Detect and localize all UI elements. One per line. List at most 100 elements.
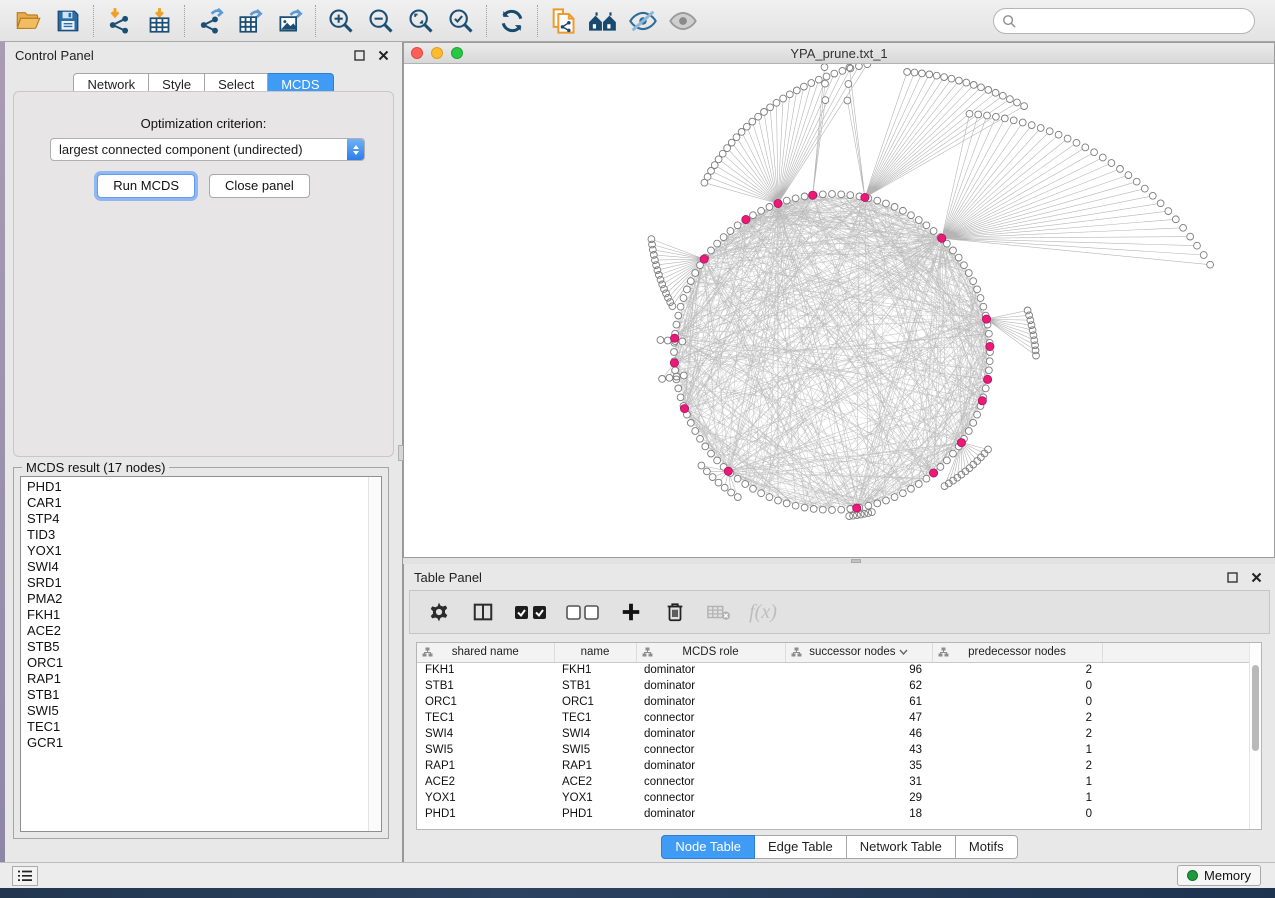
- mcds-highlighted-node[interactable]: [742, 215, 750, 223]
- column-header-name[interactable]: name: [554, 643, 636, 662]
- task-history-button[interactable]: [12, 866, 38, 886]
- export-table-icon[interactable]: [230, 3, 270, 39]
- table-cell[interactable]: dominator: [636, 678, 785, 694]
- table-cell[interactable]: 61: [785, 694, 932, 710]
- table-cell[interactable]: 96: [785, 662, 932, 678]
- mcds-highlighted-node[interactable]: [724, 467, 732, 475]
- memory-button[interactable]: Memory: [1177, 865, 1261, 886]
- table-cell[interactable]: dominator: [636, 806, 785, 822]
- zoom-in-icon[interactable]: [321, 3, 361, 39]
- mcds-highlighted-node[interactable]: [938, 234, 946, 242]
- mcds-result-item[interactable]: STB1: [27, 687, 381, 703]
- table-cell[interactable]: ORC1: [417, 694, 554, 710]
- table-cell[interactable]: 35: [785, 758, 932, 774]
- table-cell[interactable]: 62: [785, 678, 932, 694]
- table-cell[interactable]: 0: [932, 694, 1102, 710]
- mcds-highlighted-node[interactable]: [700, 255, 708, 263]
- table-cell[interactable]: dominator: [636, 726, 785, 742]
- mcds-result-item[interactable]: FKH1: [27, 607, 381, 623]
- table-cell[interactable]: 43: [785, 742, 932, 758]
- network-canvas[interactable]: [404, 64, 1274, 557]
- column-header-predecessor-nodes[interactable]: predecessor nodes: [932, 643, 1102, 662]
- table-row[interactable]: ACE2ACE2connector311: [417, 774, 1262, 790]
- table-cell[interactable]: STB1: [417, 678, 554, 694]
- network-window-titlebar[interactable]: YPA_prune.txt_1: [404, 43, 1274, 64]
- table-cell[interactable]: TEC1: [554, 710, 636, 726]
- mcds-result-item[interactable]: SWI5: [27, 703, 381, 719]
- table-cell[interactable]: 0: [932, 806, 1102, 822]
- table-row[interactable]: PHD1PHD1dominator180: [417, 806, 1262, 822]
- table-row[interactable]: RAP1RAP1dominator352: [417, 758, 1262, 774]
- table-cell[interactable]: dominator: [636, 662, 785, 678]
- table-cell[interactable]: connector: [636, 742, 785, 758]
- table-cell[interactable]: dominator: [636, 694, 785, 710]
- table-cell[interactable]: connector: [636, 774, 785, 790]
- zoom-selected-icon[interactable]: [441, 3, 481, 39]
- table-cell[interactable]: 1: [932, 742, 1102, 758]
- select-all-icon[interactable]: [512, 596, 550, 628]
- mcds-highlighted-node[interactable]: [978, 397, 986, 405]
- splitter-handle[interactable]: [851, 559, 861, 563]
- table-cell[interactable]: ACE2: [554, 774, 636, 790]
- first-neighbors-icon[interactable]: [583, 3, 623, 39]
- mcds-highlighted-node[interactable]: [861, 193, 869, 201]
- refresh-view-icon[interactable]: [492, 3, 532, 39]
- mcds-result-item[interactable]: CAR1: [27, 495, 381, 511]
- mcds-highlighted-node[interactable]: [774, 199, 782, 207]
- mcds-result-list[interactable]: PHD1CAR1STP4TID3YOX1SWI4SRD1PMA2FKH1ACE2…: [20, 476, 382, 832]
- close-panel-button[interactable]: Close panel: [209, 174, 310, 198]
- table-scrollbar[interactable]: [1249, 643, 1261, 829]
- table-cell[interactable]: 2: [932, 726, 1102, 742]
- settings-gear-icon[interactable]: [424, 596, 454, 628]
- table-cell[interactable]: SWI5: [554, 742, 636, 758]
- mcds-result-item[interactable]: ORC1: [27, 655, 381, 671]
- unselect-all-icon[interactable]: [564, 596, 602, 628]
- table-cell[interactable]: SWI4: [417, 726, 554, 742]
- mcds-highlighted-node[interactable]: [809, 191, 817, 199]
- table-row[interactable]: YOX1YOX1connector291: [417, 790, 1262, 806]
- save-session-icon[interactable]: [48, 3, 88, 39]
- show-all-icon[interactable]: [663, 3, 703, 39]
- table-cell[interactable]: TEC1: [417, 710, 554, 726]
- mcds-highlighted-node[interactable]: [853, 504, 861, 512]
- tab-network-table[interactable]: Network Table: [847, 835, 956, 859]
- search-field[interactable]: [993, 8, 1255, 34]
- scrollbar-thumb[interactable]: [1252, 665, 1259, 751]
- table-cell[interactable]: ACE2: [417, 774, 554, 790]
- table-cell[interactable]: 0: [932, 678, 1102, 694]
- table-cell[interactable]: 2: [932, 758, 1102, 774]
- mcds-result-item[interactable]: SWI4: [27, 559, 381, 575]
- table-cell[interactable]: connector: [636, 790, 785, 806]
- mcds-result-item[interactable]: RAP1: [27, 671, 381, 687]
- table-cell[interactable]: 29: [785, 790, 932, 806]
- table-row[interactable]: STB1STB1dominator620: [417, 678, 1262, 694]
- import-table-icon[interactable]: [139, 3, 179, 39]
- table-cell[interactable]: connector: [636, 710, 785, 726]
- table-cell[interactable]: 2: [932, 662, 1102, 678]
- mcds-result-item[interactable]: PMA2: [27, 591, 381, 607]
- table-row[interactable]: FKH1FKH1dominator962: [417, 662, 1262, 678]
- mcds-result-item[interactable]: STP4: [27, 511, 381, 527]
- table-cell[interactable]: SWI5: [417, 742, 554, 758]
- mcds-highlighted-node[interactable]: [670, 359, 678, 367]
- table-cell[interactable]: 46: [785, 726, 932, 742]
- mcds-result-item[interactable]: STB5: [27, 639, 381, 655]
- zoom-out-icon[interactable]: [361, 3, 401, 39]
- column-header-shared-name[interactable]: shared name: [417, 643, 554, 662]
- table-cell[interactable]: 31: [785, 774, 932, 790]
- table-cell[interactable]: 18: [785, 806, 932, 822]
- table-cell[interactable]: FKH1: [554, 662, 636, 678]
- mcds-result-item[interactable]: TID3: [27, 527, 381, 543]
- mcds-result-item[interactable]: ACE2: [27, 623, 381, 639]
- table-cell[interactable]: PHD1: [417, 806, 554, 822]
- mcds-highlighted-node[interactable]: [671, 334, 679, 342]
- table-cell[interactable]: dominator: [636, 758, 785, 774]
- table-row[interactable]: TEC1TEC1connector472: [417, 710, 1262, 726]
- add-row-icon[interactable]: [616, 596, 646, 628]
- mcds-highlighted-node[interactable]: [984, 375, 992, 383]
- tab-node-table[interactable]: Node Table: [661, 835, 755, 859]
- delete-row-icon[interactable]: [660, 596, 690, 628]
- tab-motifs[interactable]: Motifs: [956, 835, 1018, 859]
- mcds-highlighted-node[interactable]: [930, 469, 938, 477]
- mcds-result-item[interactable]: YOX1: [27, 543, 381, 559]
